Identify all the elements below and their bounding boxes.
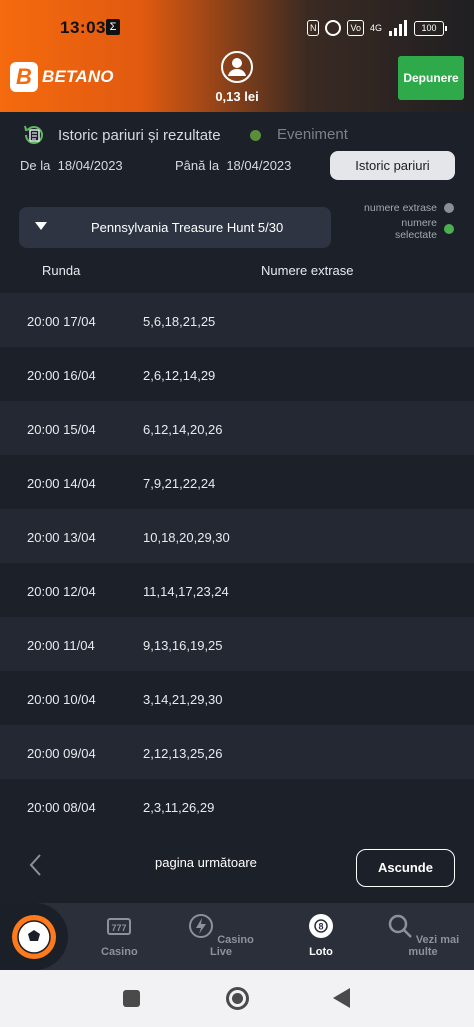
game-select-value: Pennsylvania Treasure Hunt 5/30 xyxy=(91,220,284,235)
results-table: 20:00 17/04 5,6,18,21,25 20:00 16/04 2,6,1… xyxy=(0,293,474,833)
table-row: 20:00 15/04 6,12,14,20,26 xyxy=(0,401,474,455)
account-avatar-icon[interactable] xyxy=(221,51,253,83)
round-cell: 20:00 16/04 xyxy=(27,368,96,383)
deposit-button[interactable]: Depunere xyxy=(398,56,464,100)
date-from[interactable]: De la 18/04/2023 xyxy=(20,158,123,173)
history-icon xyxy=(24,125,43,144)
hide-button[interactable]: Ascunde xyxy=(356,849,455,887)
numbers-cell: 9,13,16,19,25 xyxy=(143,638,223,653)
chevron-left-icon[interactable] xyxy=(28,853,42,877)
date-to-value: 18/04/2023 xyxy=(226,158,292,173)
status-bar: 13:03 Σ N Vo 4G 100 xyxy=(0,16,474,40)
legend-extracted-label: numere extrase xyxy=(364,202,437,214)
numbers-cell: 11,14,17,23,24 xyxy=(143,584,229,599)
legend-selected-label-1: numere xyxy=(401,216,437,229)
round-cell: 20:00 17/04 xyxy=(27,314,96,329)
table-row: 20:00 10/04 3,14,21,29,30 xyxy=(0,671,474,725)
nav-casino-label: Casino xyxy=(101,946,138,958)
nav-casino-live[interactable]: Casino Live xyxy=(188,913,254,958)
bottom-nav: 777 Casino Casino Live 8 Loto Vezi mai m… xyxy=(0,903,474,970)
svg-text:8: 8 xyxy=(318,922,323,932)
column-header-round: Runda xyxy=(42,263,81,278)
nav-loto-label: Loto xyxy=(309,946,333,958)
column-header-numbers: Numere extrase xyxy=(261,263,354,278)
legend-selected-label-2: selectate xyxy=(394,229,437,241)
nav-more-label: Vezi mai multe xyxy=(408,934,460,958)
table-row: 20:00 11/04 9,13,16,19,25 xyxy=(0,617,474,671)
round-cell: 20:00 14/04 xyxy=(27,476,96,491)
round-cell: 20:00 15/04 xyxy=(27,422,96,437)
tab-history[interactable]: Istoric pariuri și rezultate xyxy=(22,122,221,148)
nav-casino[interactable]: 777 Casino xyxy=(101,913,138,958)
table-row: 20:00 08/04 2,3,11,26,29 xyxy=(0,779,474,833)
svg-text:777: 777 xyxy=(111,923,126,933)
numbers-cell: 3,14,21,29,30 xyxy=(143,692,223,707)
table-row: 20:00 13/04 10,18,20,29,30 xyxy=(0,509,474,563)
round-cell: 20:00 08/04 xyxy=(27,800,96,815)
numbers-cell: 2,3,11,26,29 xyxy=(143,800,215,815)
search-icon xyxy=(388,914,412,938)
numbers-cell: 6,12,14,20,26 xyxy=(143,422,223,437)
bet-history-button[interactable]: Istoric pariuri xyxy=(330,151,455,180)
numbers-cell: 2,12,13,25,26 xyxy=(143,746,223,761)
numbers-cell: 2,6,12,14,29 xyxy=(143,368,216,383)
round-cell: 20:00 09/04 xyxy=(27,746,96,761)
next-page-link[interactable]: pagina următoare xyxy=(155,855,257,870)
logo-text: BETANO xyxy=(42,67,114,86)
table-row: 20:00 09/04 2,12,13,25,26 xyxy=(0,725,474,779)
numbers-cell: 7,9,21,22,24 xyxy=(143,476,216,491)
nav-loto[interactable]: 8 Loto xyxy=(302,913,340,958)
round-cell: 20:00 12/04 xyxy=(27,584,96,599)
legend: numere extrase numere selectate xyxy=(364,202,454,242)
date-from-label: De la xyxy=(20,158,51,173)
nfc-icon: N xyxy=(306,20,320,36)
logo-mark: B xyxy=(10,62,38,92)
caret-down-icon xyxy=(35,222,47,230)
date-to-label: Până la xyxy=(175,158,220,173)
status-time: 13:03 xyxy=(60,18,106,37)
network-type: 4G xyxy=(369,23,382,33)
system-nav-bar xyxy=(0,970,474,1027)
date-to[interactable]: Până la 18/04/2023 xyxy=(175,158,291,173)
account-balance[interactable]: 0,13 lei xyxy=(200,89,274,104)
back-icon[interactable] xyxy=(333,988,350,1008)
table-row: 20:00 14/04 7,9,21,22,24 xyxy=(0,455,474,509)
battery-icon: 100 xyxy=(414,20,447,36)
volte-icon: Vo xyxy=(347,20,364,36)
game-select[interactable]: Pennsylvania Treasure Hunt 5/30 xyxy=(19,207,331,248)
soccer-ball-icon xyxy=(12,915,56,959)
table-row: 20:00 16/04 2,6,12,14,29 xyxy=(0,347,474,401)
recent-apps-icon[interactable] xyxy=(123,990,140,1007)
round-cell: 20:00 10/04 xyxy=(27,692,96,707)
legend-extracted-dot xyxy=(444,203,454,213)
signal-icon xyxy=(389,20,407,36)
nav-more[interactable]: Vezi mai multe xyxy=(384,913,462,958)
app-header: 13:03 Σ N Vo 4G 100 B BETANO 0,13 lei De… xyxy=(0,0,474,112)
betano-logo[interactable]: B BETANO xyxy=(10,62,114,92)
tab-event[interactable]: Eveniment xyxy=(277,126,348,143)
table-row: 20:00 12/04 11,14,17,23,24 xyxy=(0,563,474,617)
table-row: 20:00 17/04 5,6,18,21,25 xyxy=(0,293,474,347)
round-cell: 20:00 13/04 xyxy=(27,530,96,545)
status-icons: N Vo 4G 100 xyxy=(306,19,447,37)
lottery-ball-icon: 8 xyxy=(309,914,333,938)
slot-machine-icon: 777 xyxy=(107,918,131,935)
numbers-cell: 10,18,20,29,30 xyxy=(143,530,230,545)
sigma-icon: Σ xyxy=(106,19,120,35)
lightning-icon xyxy=(189,914,214,938)
numbers-cell: 5,6,18,21,25 xyxy=(143,314,216,329)
home-icon[interactable] xyxy=(226,987,249,1010)
event-status-dot xyxy=(250,130,261,141)
pager: pagina următoare Ascunde xyxy=(0,840,474,900)
tab-history-label: Istoric pariuri și rezultate xyxy=(58,126,221,144)
alarm-icon xyxy=(325,20,342,36)
round-cell: 20:00 11/04 xyxy=(27,638,95,653)
sports-home[interactable] xyxy=(0,903,68,970)
date-from-value: 18/04/2023 xyxy=(57,158,123,173)
nav-casino-live-label: Casino Live xyxy=(209,934,254,958)
